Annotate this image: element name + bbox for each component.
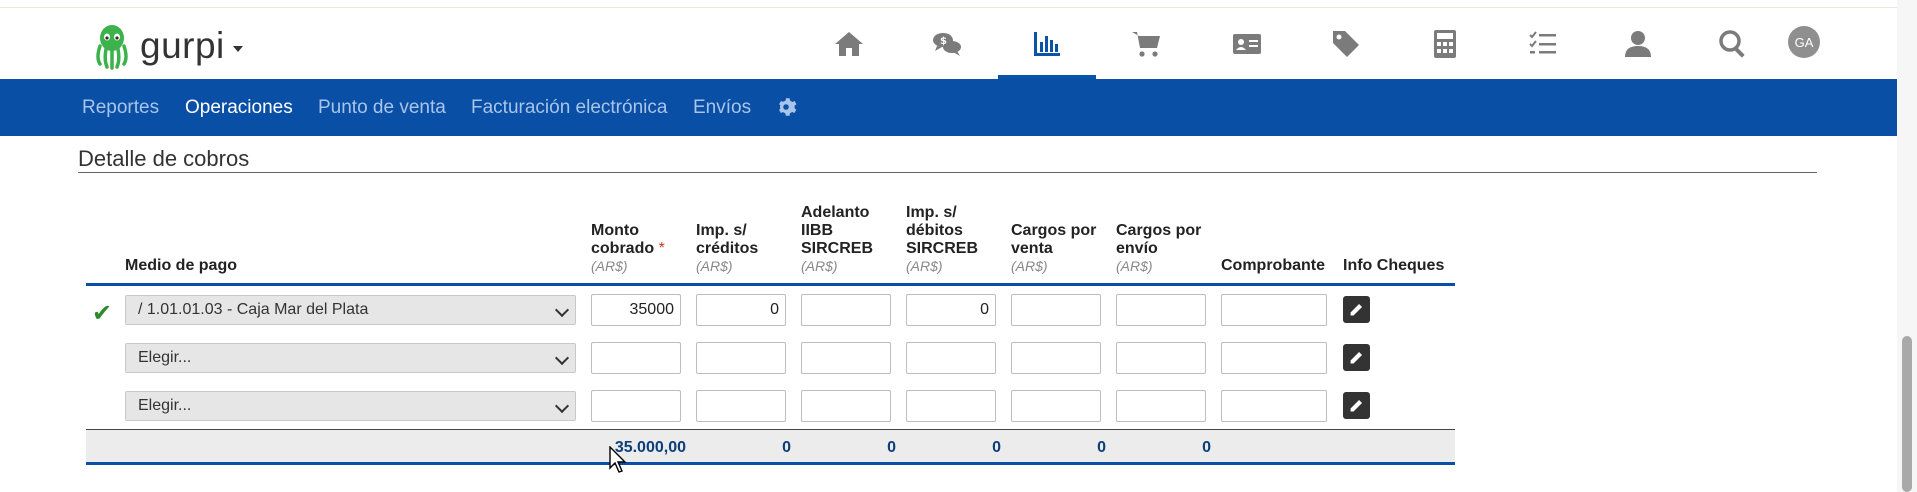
header-cargos-venta: Cargos por venta (AR$) bbox=[1011, 222, 1111, 274]
total-cargos-envio: 0 bbox=[1202, 439, 1211, 456]
total-imp-creditos: 0 bbox=[782, 439, 791, 456]
app-logo[interactable]: gurpi bbox=[92, 22, 243, 70]
header-imp-creditos: Imp. s/ créditos (AR$) bbox=[696, 222, 791, 274]
caret-down-icon[interactable] bbox=[232, 46, 243, 52]
required-marker: * bbox=[658, 240, 665, 257]
scrollbar-thumb[interactable] bbox=[1902, 336, 1912, 492]
octopus-logo-icon bbox=[92, 22, 132, 70]
contact-card-icon[interactable] bbox=[1198, 8, 1296, 79]
header-unit: (AR$) bbox=[1011, 258, 1048, 274]
subnav-item-operaciones[interactable]: Operaciones bbox=[185, 97, 293, 119]
imp-debitos-input[interactable]: 0 bbox=[906, 294, 996, 326]
section-title: Detalle de cobros bbox=[78, 146, 250, 171]
sub-nav: Reportes Operaciones Punto de venta Fact… bbox=[0, 79, 1897, 136]
subnav-item-punto-de-venta[interactable]: Punto de venta bbox=[318, 97, 446, 119]
imp-debitos-input[interactable] bbox=[906, 342, 996, 374]
pencil-icon bbox=[1350, 351, 1363, 364]
header-unit: (AR$) bbox=[591, 258, 628, 274]
pencil-icon bbox=[1350, 399, 1363, 412]
comprobante-input[interactable] bbox=[1221, 390, 1327, 422]
mouse-cursor-icon bbox=[609, 446, 627, 473]
page: gurpi $ GA Reportes Operaciones Punto de… bbox=[0, 0, 1917, 492]
chat-money-icon[interactable]: $ bbox=[898, 8, 996, 79]
total-imp-debitos: 0 bbox=[992, 439, 1001, 456]
header-unit: (AR$) bbox=[801, 258, 838, 274]
cargos-envio-input[interactable] bbox=[1116, 294, 1206, 326]
app-header: gurpi $ GA bbox=[0, 8, 1897, 79]
select-value: Elegir... bbox=[138, 349, 192, 366]
calculator-icon[interactable] bbox=[1396, 8, 1494, 79]
adelanto-input[interactable] bbox=[801, 390, 891, 422]
select-value: Elegir... bbox=[138, 397, 192, 414]
cargos-venta-input[interactable] bbox=[1011, 294, 1101, 326]
header-cargos-envio: Cargos por envío (AR$) bbox=[1116, 222, 1216, 274]
totals-row: 35.000,00 0 0 0 0 0 bbox=[86, 429, 1455, 465]
header-cargos-venta-label: Cargos por venta bbox=[1011, 222, 1097, 257]
home-icon[interactable] bbox=[800, 8, 898, 79]
monto-input[interactable]: 35000 bbox=[591, 294, 681, 326]
pencil-icon bbox=[1350, 303, 1363, 316]
bar-chart-icon[interactable] bbox=[998, 8, 1096, 79]
cargos-venta-input[interactable] bbox=[1011, 342, 1101, 374]
adelanto-input[interactable] bbox=[801, 294, 891, 326]
gear-icon[interactable] bbox=[775, 96, 797, 118]
header-adelanto-iibb: Adelanto IIBB SIRCREB (AR$) bbox=[801, 204, 891, 274]
header-imp-creditos-label: Imp. s/ créditos bbox=[696, 222, 759, 257]
adelanto-input[interactable] bbox=[801, 342, 891, 374]
medio-de-pago-select[interactable]: / 1.01.01.03 - Caja Mar del Plata bbox=[125, 295, 576, 325]
header-monto-cobrado: Monto cobrado * (AR$) bbox=[591, 222, 691, 274]
subnav-item-envios[interactable]: Envíos bbox=[693, 97, 751, 119]
header-comprobante: Comprobante bbox=[1221, 257, 1325, 274]
edit-cheques-button[interactable] bbox=[1343, 344, 1370, 371]
edit-cheques-button[interactable] bbox=[1343, 296, 1370, 323]
imp-creditos-input[interactable] bbox=[696, 390, 786, 422]
top-edge bbox=[0, 0, 1917, 8]
header-unit: (AR$) bbox=[906, 258, 943, 274]
header-unit: (AR$) bbox=[696, 258, 733, 274]
subnav-item-reportes[interactable]: Reportes bbox=[82, 97, 159, 119]
check-icon: ✔ bbox=[92, 300, 113, 327]
cargos-venta-input[interactable] bbox=[1011, 390, 1101, 422]
imp-creditos-input[interactable]: 0 bbox=[696, 294, 786, 326]
section-divider bbox=[78, 172, 1817, 173]
svg-text:$: $ bbox=[940, 36, 947, 47]
user-avatar[interactable]: GA bbox=[1788, 26, 1820, 58]
header-medio-de-pago: Medio de pago bbox=[125, 257, 237, 274]
checklist-icon[interactable] bbox=[1494, 8, 1592, 79]
header-cargos-envio-label: Cargos por envío bbox=[1116, 222, 1202, 257]
medio-de-pago-select[interactable]: Elegir... bbox=[125, 391, 576, 421]
chevron-down-icon bbox=[554, 398, 570, 414]
header-monto-label: Monto cobrado bbox=[591, 222, 655, 257]
table-header-line bbox=[86, 283, 1455, 286]
cargos-envio-input[interactable] bbox=[1116, 390, 1206, 422]
user-icon[interactable] bbox=[1589, 8, 1687, 79]
cart-icon[interactable] bbox=[1097, 8, 1195, 79]
header-imp-debitos-label: Imp. s/ débitos SIRCREB bbox=[906, 204, 979, 257]
imp-creditos-input[interactable] bbox=[696, 342, 786, 374]
cargos-envio-input[interactable] bbox=[1116, 342, 1206, 374]
chevron-down-icon bbox=[554, 350, 570, 366]
search-icon[interactable] bbox=[1684, 8, 1782, 79]
monto-input[interactable] bbox=[591, 342, 681, 374]
total-cargos-venta: 0 bbox=[1097, 439, 1106, 456]
edit-cheques-button[interactable] bbox=[1343, 392, 1370, 419]
subnav-item-facturacion[interactable]: Facturación electrónica bbox=[471, 97, 667, 119]
total-adelanto: 0 bbox=[887, 439, 896, 456]
comprobante-input[interactable] bbox=[1221, 342, 1327, 374]
header-unit: (AR$) bbox=[1116, 258, 1153, 274]
monto-input[interactable] bbox=[591, 390, 681, 422]
chevron-down-icon bbox=[554, 302, 570, 318]
header-imp-debitos: Imp. s/ débitos SIRCREB (AR$) bbox=[906, 204, 996, 274]
imp-debitos-input[interactable] bbox=[906, 390, 996, 422]
medio-de-pago-select[interactable]: Elegir... bbox=[125, 343, 576, 373]
comprobante-input[interactable] bbox=[1221, 294, 1327, 326]
app-logo-text: gurpi bbox=[140, 25, 225, 66]
tag-icon[interactable] bbox=[1297, 8, 1395, 79]
select-value: / 1.01.01.03 - Caja Mar del Plata bbox=[138, 301, 369, 318]
header-adelanto-label: Adelanto IIBB SIRCREB bbox=[801, 204, 874, 257]
header-info-cheques: Info Cheques bbox=[1343, 257, 1445, 274]
